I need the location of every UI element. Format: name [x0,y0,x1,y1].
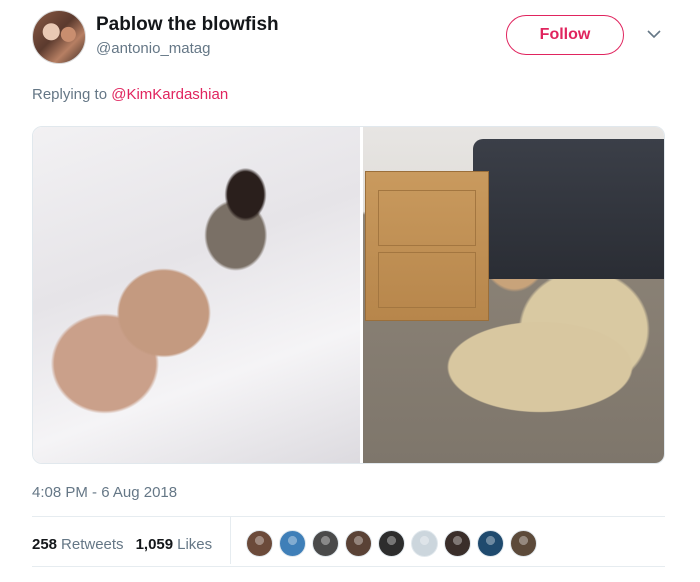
person-shape [397,297,657,437]
liker-avatar[interactable] [345,530,372,557]
stats-separator [230,516,231,564]
replying-to: Replying to @KimKardashian [32,86,228,103]
liker-avatar[interactable] [477,530,504,557]
user-handle[interactable]: @antonio_matag [96,40,210,57]
avatar[interactable] [32,10,86,64]
retweets-stat[interactable]: 258 Retweets [32,536,124,553]
liker-avatars [246,530,537,557]
likes-label: Likes [177,535,213,553]
divider [32,566,665,567]
replying-prefix: Replying to [32,86,112,103]
liker-avatar[interactable] [510,530,537,557]
likes-stat[interactable]: 1,059 Likes [136,536,213,553]
chevron-down-icon[interactable] [646,26,662,42]
reply-mention-link[interactable]: @KimKardashian [111,86,228,103]
retweets-label: Retweets [61,535,124,553]
liker-avatar[interactable] [378,530,405,557]
liker-avatar[interactable] [411,530,438,557]
likes-count: 1,059 [135,535,174,553]
divider [32,516,665,517]
photo-left[interactable] [33,127,360,463]
display-name[interactable]: Pablow the blowfish [96,14,279,36]
media-container [32,126,665,464]
photo-right[interactable] [363,127,664,463]
retweets-count: 258 [32,535,58,553]
follow-button[interactable]: Follow [506,15,624,55]
tweet-stats: 258 Retweets 1,059 Likes [32,530,224,558]
liker-avatar[interactable] [312,530,339,557]
tweet-header: Pablow the blowfish @antonio_matag Follo… [32,8,672,66]
liker-avatar[interactable] [279,530,306,557]
liker-avatar[interactable] [444,530,471,557]
liker-avatar[interactable] [246,530,273,557]
sofa-shape [473,139,664,279]
tweet-timestamp[interactable]: 4:08 PM - 6 Aug 2018 [32,484,177,501]
